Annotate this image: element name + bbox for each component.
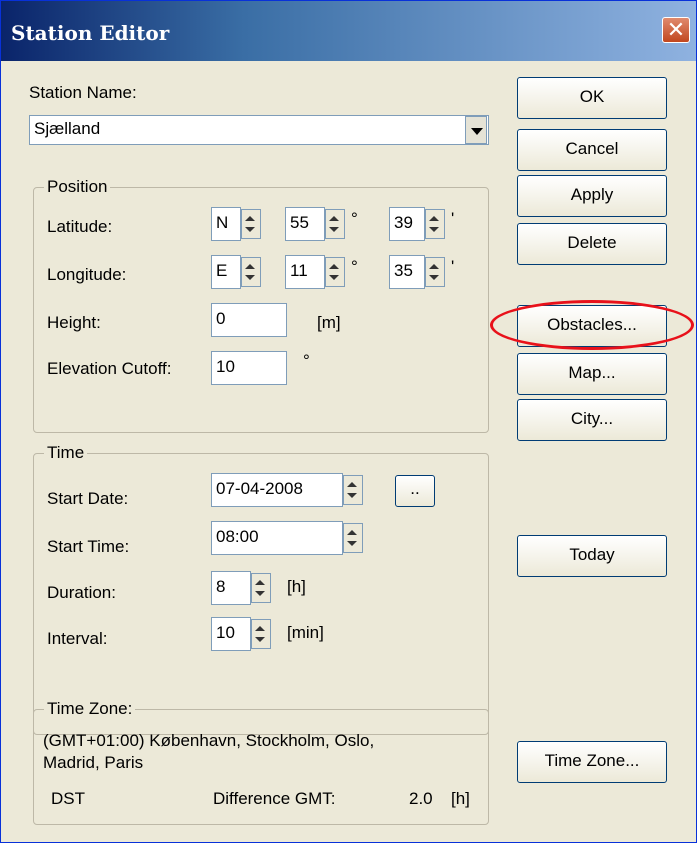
start-time-spinner[interactable]: [343, 523, 363, 553]
today-button-label: Today: [569, 545, 615, 564]
latitude-degrees-spinner[interactable]: [325, 209, 345, 239]
time-group-label: Time: [44, 443, 88, 463]
interval-unit: [min]: [287, 623, 324, 642]
difference-gmt-label: Difference GMT:: [213, 789, 336, 808]
longitude-minutes-spinner[interactable]: [425, 257, 445, 287]
time-zone-name-line2: Madrid, Paris: [43, 753, 144, 772]
window-title: Station Editor: [11, 21, 170, 45]
duration-spinner[interactable]: [251, 573, 271, 603]
obstacles-highlight-ring: [490, 300, 694, 350]
latitude-degree-symbol: °: [351, 209, 358, 228]
longitude-label: Longitude:: [47, 265, 127, 284]
station-name-dropdown-button[interactable]: [465, 116, 487, 144]
longitude-minutes-value: 35: [394, 261, 413, 280]
start-date-label: Start Date:: [47, 489, 129, 508]
start-date-value: 07-04-2008: [216, 479, 303, 498]
apply-button[interactable]: Apply: [517, 175, 667, 217]
difference-gmt-value: 2.0: [409, 789, 433, 808]
close-button[interactable]: ✕: [662, 17, 690, 43]
height-unit: [m]: [317, 313, 341, 332]
city-button[interactable]: City...: [517, 399, 667, 441]
duration-label: Duration:: [47, 583, 116, 602]
cancel-button-label: Cancel: [565, 139, 619, 158]
latitude-label: Latitude:: [47, 217, 113, 236]
latitude-minute-symbol: ': [451, 209, 455, 228]
latitude-minutes-value: 39: [394, 213, 413, 232]
longitude-degrees-value: 11: [290, 261, 308, 280]
map-button[interactable]: Map...: [517, 353, 667, 395]
city-button-label: City...: [570, 409, 614, 428]
duration-value: 8: [216, 577, 226, 596]
time-zone-button-label: Time Zone...: [544, 751, 640, 770]
duration-unit: [h]: [287, 577, 306, 596]
chevron-down-icon: [471, 128, 483, 135]
interval-value: 10: [216, 623, 235, 642]
start-time-label: Start Time:: [47, 537, 130, 556]
time-zone-button[interactable]: Time Zone...: [517, 741, 667, 783]
latitude-minutes-field[interactable]: 39: [389, 207, 425, 241]
start-time-field[interactable]: 08:00: [211, 521, 343, 555]
interval-label: Interval:: [47, 629, 108, 648]
cancel-button[interactable]: Cancel: [517, 129, 667, 171]
elevation-cutoff-label: Elevation Cutoff:: [47, 359, 172, 378]
interval-spinner[interactable]: [251, 619, 271, 649]
elevation-cutoff-value: 10: [216, 357, 235, 376]
latitude-degrees-field[interactable]: 55: [285, 207, 325, 241]
longitude-hemisphere-spinner[interactable]: [241, 257, 261, 287]
time-zone-name-line1: (GMT+01:00) København, Stockholm, Oslo,: [43, 731, 375, 750]
start-time-value: 08:00: [216, 527, 259, 546]
ok-button-label: OK: [579, 87, 605, 106]
station-editor-window: Station Editor ✕ Station Name: Sjælland …: [0, 0, 697, 843]
title-bar[interactable]: Station Editor ✕: [1, 1, 696, 61]
longitude-hemisphere-field[interactable]: E: [211, 255, 241, 289]
today-button[interactable]: Today: [517, 535, 667, 577]
map-button-label: Map...: [568, 363, 616, 382]
latitude-hemisphere-spinner[interactable]: [241, 209, 261, 239]
longitude-degrees-spinner[interactable]: [325, 257, 345, 287]
height-value: 0: [216, 309, 226, 328]
position-group-label: Position: [44, 177, 111, 197]
longitude-minute-symbol: ': [451, 257, 455, 276]
dst-label: DST: [51, 789, 85, 808]
longitude-degree-symbol: °: [351, 257, 358, 276]
delete-button-label: Delete: [567, 233, 617, 252]
start-date-spinner[interactable]: [343, 475, 363, 505]
station-name-value: Sjælland: [34, 119, 101, 138]
start-date-picker-button[interactable]: ..: [395, 475, 435, 507]
latitude-degrees-value: 55: [290, 213, 309, 232]
height-label: Height:: [47, 313, 101, 332]
latitude-hemisphere-value: N: [216, 213, 229, 232]
latitude-hemisphere-field[interactable]: N: [211, 207, 241, 241]
difference-gmt-unit: [h]: [451, 789, 470, 808]
delete-button[interactable]: Delete: [517, 223, 667, 265]
elevation-cutoff-field[interactable]: 10: [211, 351, 287, 385]
station-name-label: Station Name:: [29, 83, 137, 102]
start-date-field[interactable]: 07-04-2008: [211, 473, 343, 507]
ok-button[interactable]: OK: [517, 77, 667, 119]
time-zone-group-label: Time Zone:: [44, 699, 136, 719]
elevation-cutoff-unit: °: [303, 351, 310, 370]
apply-button-label: Apply: [570, 185, 614, 204]
latitude-minutes-spinner[interactable]: [425, 209, 445, 239]
longitude-minutes-field[interactable]: 35: [389, 255, 425, 289]
height-field[interactable]: 0: [211, 303, 287, 337]
interval-field[interactable]: 10: [211, 617, 251, 651]
longitude-degrees-field[interactable]: 11: [285, 255, 325, 289]
start-date-picker-label: ..: [410, 479, 420, 498]
duration-field[interactable]: 8: [211, 571, 251, 605]
close-icon: ✕: [666, 17, 686, 42]
dialog-body: Station Name: Sjælland Position Latitude…: [5, 61, 694, 840]
longitude-hemisphere-value: E: [216, 261, 228, 280]
station-name-combobox[interactable]: Sjælland: [29, 115, 489, 145]
